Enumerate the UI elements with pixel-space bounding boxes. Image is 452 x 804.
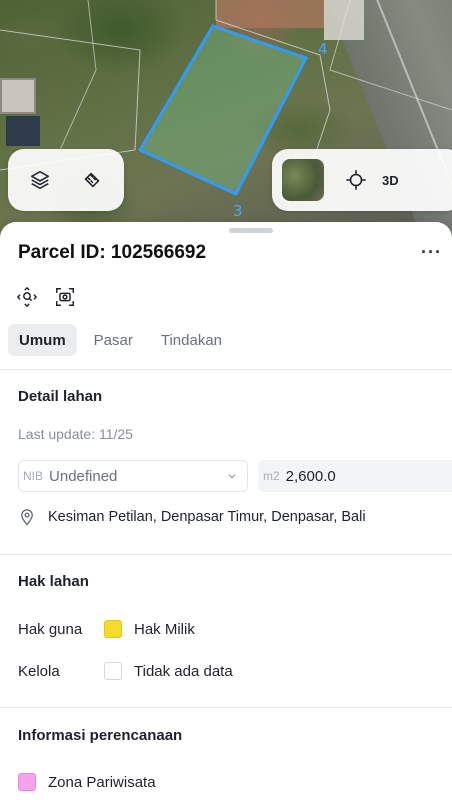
tab-tindakan[interactable]: Tindakan xyxy=(150,324,233,356)
satellite-map[interactable]: 4 3 3D xyxy=(0,0,452,240)
rights-value: Hak Milik xyxy=(134,620,195,638)
basemap-thumbnail[interactable] xyxy=(282,159,324,201)
3d-mode-button[interactable]: 3D xyxy=(382,173,399,188)
zone-label: Zona Pariwisata xyxy=(48,773,156,791)
crosshair-icon[interactable] xyxy=(338,162,374,198)
color-swatch xyxy=(104,662,122,680)
rights-value: Tidak ada data xyxy=(134,662,233,680)
address-row: Kesiman Petilan, Denpasar Timur, Denpasa… xyxy=(18,508,366,526)
section-title-planning: Informasi perencanaan xyxy=(18,727,183,744)
area-field: m2 2,600.0 xyxy=(258,460,452,492)
layers-icon[interactable] xyxy=(22,162,58,198)
rights-row: Hak guna Hak Milik xyxy=(18,620,195,638)
nib-prefix: NIB xyxy=(23,469,44,483)
tab-umum[interactable]: Umum xyxy=(8,324,77,356)
location-pin-icon xyxy=(21,509,33,526)
parcel-title: Parcel ID: 102566692 xyxy=(18,242,207,263)
last-update-text: Last update: 11/25 xyxy=(18,426,133,442)
map-tools-left xyxy=(8,149,124,211)
rights-label: Kelola xyxy=(18,662,60,680)
chevron-down-icon xyxy=(228,474,236,479)
area-value: 2,600.0 xyxy=(285,467,336,485)
color-swatch xyxy=(104,620,122,638)
section-title-detail: Detail lahan xyxy=(18,388,103,405)
parcel-tools xyxy=(14,284,78,310)
parcel-detail-sheet: Parcel ID: 102566692 ··· Umum Pasar Tind… xyxy=(0,222,452,804)
section-title-rights: Hak lahan xyxy=(18,573,89,590)
parcel-vertex-label: 4 xyxy=(318,40,328,58)
tab-pasar[interactable]: Pasar xyxy=(83,324,144,356)
zoom-to-parcel-icon[interactable] xyxy=(14,284,40,310)
sheet-drag-handle[interactable] xyxy=(229,228,273,233)
nib-select[interactable]: NIB Undefined xyxy=(18,460,248,492)
nib-value: Undefined xyxy=(49,467,118,485)
map-tools-right: 3D xyxy=(272,149,452,211)
divider xyxy=(0,707,452,708)
parcel-vertex-label: 3 xyxy=(233,202,243,220)
color-swatch xyxy=(18,773,36,791)
more-options-button[interactable]: ··· xyxy=(421,242,442,263)
divider xyxy=(0,369,452,370)
address-text: Kesiman Petilan, Denpasar Timur, Denpasa… xyxy=(48,509,366,525)
area-unit: m2 xyxy=(263,469,280,483)
rights-row: Kelola Tidak ada data xyxy=(18,662,233,680)
divider xyxy=(0,554,452,555)
ruler-draw-icon[interactable] xyxy=(74,162,110,198)
rights-label: Hak guna xyxy=(18,620,83,638)
screenshot-icon[interactable] xyxy=(52,284,78,310)
zone-row: Zona Pariwisata xyxy=(18,773,156,791)
detail-tabs: Umum Pasar Tindakan xyxy=(8,324,233,356)
